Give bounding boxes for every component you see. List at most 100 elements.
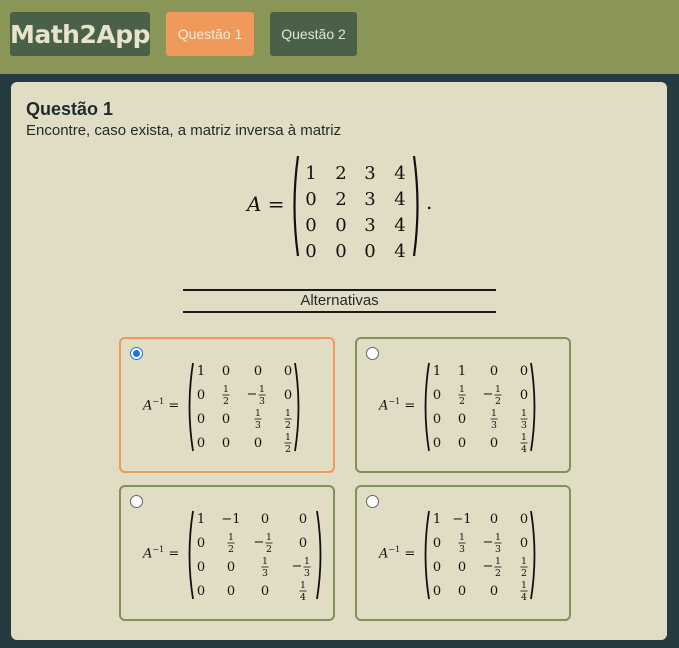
svg-text:1: 1 (521, 556, 527, 567)
svg-text:0: 0 (197, 412, 205, 427)
svg-text:0: 0 (197, 536, 205, 551)
left-paren (293, 155, 300, 257)
svg-text:−: − (247, 387, 258, 402)
option-matrix-cell: 0 (520, 536, 528, 551)
svg-text:0: 0 (490, 584, 498, 599)
matrix-cell: 0 (335, 215, 346, 236)
option-matrix-cell: −13 (247, 384, 266, 407)
option-matrix-cell: 0 (458, 412, 466, 427)
option-matrix-cell: 0 (433, 536, 441, 551)
option-a-lhs: A−1 = (143, 397, 180, 414)
matrix-period: . (426, 190, 433, 214)
option-matrix-cell: 1 (458, 364, 466, 379)
svg-text:0: 0 (299, 512, 307, 527)
svg-text:0: 0 (433, 536, 441, 551)
option-matrix-cell: 0 (520, 388, 528, 403)
svg-text:−: − (483, 535, 494, 550)
svg-text:3: 3 (495, 544, 501, 555)
option-matrix-cell: −12 (483, 384, 502, 407)
svg-text:1: 1 (266, 532, 272, 543)
matrix-cell: 0 (335, 241, 346, 258)
option-matrix-cell: 12 (458, 384, 466, 407)
option-matrix-cell: 12 (520, 556, 528, 579)
matrix-lhs: A = (247, 192, 285, 216)
svg-text:1: 1 (262, 556, 268, 567)
option-matrix-cell: 0 (197, 412, 205, 427)
option-matrix-cell: 0 (490, 436, 498, 451)
svg-text:0: 0 (197, 584, 205, 599)
option-matrix-cell: 13 (458, 532, 466, 555)
svg-text:0: 0 (261, 584, 269, 599)
option-matrix-cell: 0 (458, 436, 466, 451)
option-b-matrix: 1 1 0 00 12−12 00 0 13130 0 0 14 (424, 362, 536, 453)
matrix-cell: 0 (305, 215, 316, 236)
svg-text:1: 1 (255, 408, 261, 419)
svg-text:−1: −1 (452, 512, 471, 527)
svg-text:1: 1 (304, 556, 310, 567)
option-matrix-cell: 0 (254, 436, 262, 451)
svg-text:0: 0 (197, 560, 205, 575)
svg-text:4: 4 (521, 444, 527, 453)
matrix-cell: 2 (335, 163, 346, 184)
matrix-cell: 3 (364, 189, 375, 210)
svg-text:1: 1 (521, 432, 527, 443)
svg-text:1: 1 (458, 364, 466, 379)
svg-text:1: 1 (433, 364, 441, 379)
option-matrix-cell: 0 (433, 436, 441, 451)
svg-text:0: 0 (520, 536, 528, 551)
svg-text:1: 1 (433, 512, 441, 527)
svg-text:0: 0 (433, 560, 441, 575)
left-paren (424, 362, 430, 452)
option-matrix-cell: −1 (221, 512, 240, 527)
option-matrix-cell: 0 (227, 584, 235, 599)
option-c-lhs: A−1 = (143, 545, 180, 562)
svg-text:2: 2 (266, 544, 272, 555)
option-matrix-cell: 0 (490, 512, 498, 527)
option-matrix-cell: 0 (197, 560, 205, 575)
option-c-radio[interactable] (130, 495, 143, 508)
svg-text:1: 1 (259, 384, 265, 395)
tab-questao-2[interactable]: Questão 2 (270, 12, 357, 56)
svg-text:0: 0 (222, 436, 230, 451)
app-logo[interactable]: Math2App (10, 12, 151, 56)
option-matrix-cell: 1 (197, 512, 205, 527)
matrix-cell: 3 (364, 215, 375, 236)
matrix-cell: 0 (364, 241, 375, 258)
svg-text:3: 3 (459, 544, 465, 555)
svg-text:0: 0 (458, 560, 466, 575)
option-matrix-cell: −13 (292, 556, 311, 579)
option-b-radio[interactable] (366, 347, 379, 360)
option-a[interactable]: A−1 = 1 0 0 0 0 1 2−1 3 0 0 0 1 3 1 2 0 0 0 1 2 (119, 337, 335, 473)
option-b-lhs: A−1 = (379, 397, 416, 414)
svg-text:0: 0 (433, 388, 441, 403)
option-matrix-cell: 0 (458, 560, 466, 575)
svg-text:1: 1 (521, 580, 527, 591)
option-a-radio[interactable] (130, 347, 143, 360)
option-matrix-cell: 13 (261, 556, 269, 579)
svg-text:0: 0 (284, 388, 292, 403)
option-d-matrix: 1 −1 0 00 13−13 00 0−12120 0 0 14 (424, 510, 536, 601)
option-d-radio[interactable] (366, 495, 379, 508)
matrix-cell: 4 (394, 241, 405, 258)
option-matrix-cell: 0 (490, 364, 498, 379)
tab-questao-1[interactable]: Questão 1 (166, 12, 254, 56)
svg-text:0: 0 (520, 512, 528, 527)
svg-text:2: 2 (459, 396, 465, 407)
option-b[interactable]: A−1 = 1 1 0 0 0 1 2−1 2 0 0 0 1 3 1 3 0 0 0 1 4 (355, 337, 571, 473)
matrix-cell: 0 (305, 241, 316, 258)
matrix-cell: 3 (364, 163, 375, 184)
svg-text:0: 0 (261, 512, 269, 527)
left-paren (424, 510, 430, 600)
svg-text:−: − (483, 559, 494, 574)
option-a-matrix: 1 0 0 00 12−13 00 0 13120 0 0 12 (188, 362, 300, 453)
option-matrix-cell: 0 (197, 536, 205, 551)
option-matrix-cell: 14 (520, 432, 528, 453)
svg-text:0: 0 (458, 412, 466, 427)
alternatives-top-rule (183, 289, 496, 291)
option-matrix-cell: 0 (520, 364, 528, 379)
option-c[interactable]: A−1 = 1 −1 0 0 0 1 2−1 2 0 0 0 1 3−1 3 0 0 0 1 4 (119, 485, 335, 621)
option-matrix-cell: 0 (299, 512, 307, 527)
question-text: Encontre, caso exista, a matriz inversa … (26, 122, 342, 139)
option-d-lhs: A−1 = (379, 545, 416, 562)
option-d[interactable]: A−1 = 1 −1 0 0 0 1 3−1 3 0 0 0−1 2 1 2 0 0 0 1 4 (355, 485, 571, 621)
